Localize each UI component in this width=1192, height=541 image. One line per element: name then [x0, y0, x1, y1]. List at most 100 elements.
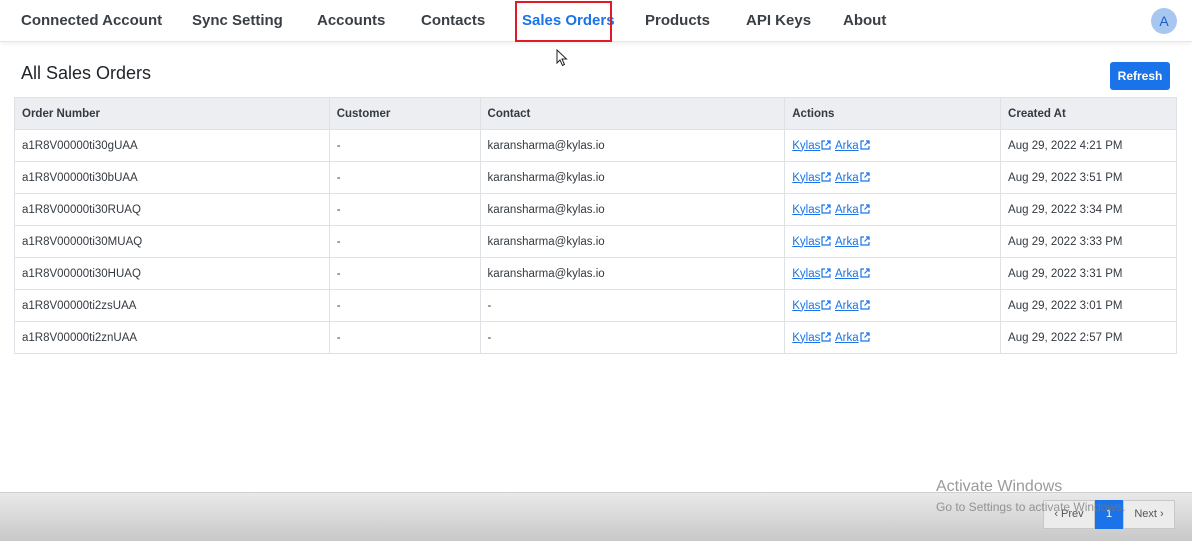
table-row: a1R8V00000ti30HUAQ - karansharma@kylas.i… [14, 257, 1177, 290]
order-number-cell: a1R8V00000ti2zsUAA [14, 289, 330, 322]
table-row: a1R8V00000ti30bUAA - karansharma@kylas.i… [14, 161, 1177, 194]
order-number-cell: a1R8V00000ti30bUAA [14, 161, 330, 194]
kylas-link-label: Kylas [792, 139, 821, 152]
customer-cell: - [328, 321, 481, 354]
kylas-link-label: Kylas [792, 267, 821, 280]
actions-cell: Kylas Arka [784, 321, 1002, 354]
actions-cell: Kylas Arka [784, 129, 1002, 162]
kylas-link[interactable]: Kylas [792, 236, 832, 248]
customer-cell: - [328, 129, 481, 162]
external-link-icon [821, 331, 831, 342]
refresh-button[interactable]: Refresh [1110, 62, 1170, 90]
header-customer[interactable]: Customer [328, 97, 481, 130]
order-number-cell: a1R8V00000ti30MUAQ [14, 225, 330, 258]
external-link-icon [859, 171, 870, 182]
kylas-link[interactable]: Kylas [792, 268, 832, 280]
active-tab-highlight [515, 1, 612, 42]
arka-link[interactable]: Arka [835, 300, 871, 312]
arka-link-label: Arka [834, 139, 859, 152]
created-at-cell: Aug 29, 2022 3:34 PM [1000, 193, 1177, 226]
created-at-cell: Aug 29, 2022 3:01 PM [1000, 289, 1177, 322]
external-link-icon [859, 203, 870, 214]
actions-cell: Kylas Arka [784, 193, 1002, 226]
header-created-at[interactable]: Created At [1000, 97, 1177, 130]
external-link-icon [859, 299, 870, 310]
customer-cell: - [328, 193, 481, 226]
created-at-cell: Aug 29, 2022 3:51 PM [1000, 161, 1177, 194]
external-link-icon [859, 235, 870, 246]
table-row: a1R8V00000ti30gUAA - karansharma@kylas.i… [14, 129, 1177, 162]
contact-cell: - [479, 321, 786, 354]
contact-cell: karansharma@kylas.io [479, 225, 786, 258]
order-number-cell: a1R8V00000ti30HUAQ [14, 257, 330, 290]
created-at-cell: Aug 29, 2022 4:21 PM [1000, 129, 1177, 162]
arka-link-label: Arka [834, 235, 859, 248]
order-number-cell: a1R8V00000ti30RUAQ [14, 193, 330, 226]
order-number-cell: a1R8V00000ti30gUAA [14, 129, 330, 162]
table-row: a1R8V00000ti30MUAQ - karansharma@kylas.i… [14, 225, 1177, 258]
nav-contacts[interactable]: Contacts [421, 12, 485, 29]
arka-link-label: Arka [834, 203, 859, 216]
nav-products[interactable]: Products [645, 12, 710, 29]
actions-cell: Kylas Arka [784, 225, 1002, 258]
contact-cell: karansharma@kylas.io [479, 129, 786, 162]
kylas-link-label: Kylas [792, 203, 821, 216]
contact-cell: karansharma@kylas.io [479, 193, 786, 226]
kylas-link-label: Kylas [792, 171, 821, 184]
arka-link-label: Arka [834, 331, 859, 344]
actions-cell: Kylas Arka [784, 161, 1002, 194]
external-link-icon [821, 235, 831, 246]
order-number-cell: a1R8V00000ti2znUAA [14, 321, 330, 354]
kylas-link[interactable]: Kylas [792, 204, 832, 216]
contact-cell: karansharma@kylas.io [479, 161, 786, 194]
nav-about[interactable]: About [843, 12, 886, 29]
kylas-link[interactable]: Kylas [792, 172, 832, 184]
arka-link-label: Arka [834, 299, 859, 312]
header-contact[interactable]: Contact [479, 97, 786, 130]
next-page-button[interactable]: Next › [1123, 500, 1175, 529]
created-at-cell: Aug 29, 2022 3:33 PM [1000, 225, 1177, 258]
header-order-number[interactable]: Order Number [14, 97, 330, 130]
arka-link-label: Arka [834, 171, 859, 184]
sales-orders-table: Order Number Customer Contact Actions Cr… [14, 97, 1177, 354]
table-row: a1R8V00000ti2zsUAA - - Kylas Arka Aug 29… [14, 289, 1177, 322]
external-link-icon [821, 267, 831, 278]
table-row: a1R8V00000ti30RUAQ - karansharma@kylas.i… [14, 193, 1177, 226]
table-row: a1R8V00000ti2znUAA - - Kylas Arka Aug 29… [14, 321, 1177, 354]
actions-cell: Kylas Arka [784, 257, 1002, 290]
arka-link[interactable]: Arka [835, 268, 871, 280]
kylas-link[interactable]: Kylas [792, 300, 832, 312]
kylas-link[interactable]: Kylas [792, 140, 832, 152]
external-link-icon [821, 139, 831, 150]
header-actions: Actions [784, 97, 1002, 130]
actions-cell: Kylas Arka [784, 289, 1002, 322]
arka-link[interactable]: Arka [835, 140, 871, 152]
nav-sync-setting[interactable]: Sync Setting [192, 12, 283, 29]
arka-link[interactable]: Arka [835, 172, 871, 184]
activate-windows-subtext: Go to Settings to activate Windows. [936, 500, 1126, 514]
kylas-link[interactable]: Kylas [792, 332, 832, 344]
external-link-icon [821, 171, 831, 182]
external-link-icon [859, 139, 870, 150]
nav-connected-account[interactable]: Connected Account [21, 12, 162, 29]
contact-cell: - [479, 289, 786, 322]
external-link-icon [859, 331, 870, 342]
arka-link[interactable]: Arka [835, 204, 871, 216]
nav-api-keys[interactable]: API Keys [746, 12, 811, 29]
contact-cell: karansharma@kylas.io [479, 257, 786, 290]
mouse-pointer-icon [556, 49, 568, 67]
activate-windows-watermark: Activate Windows [936, 478, 1063, 495]
avatar[interactable]: A [1151, 8, 1177, 34]
arka-link[interactable]: Arka [835, 332, 871, 344]
customer-cell: - [328, 289, 481, 322]
kylas-link-label: Kylas [792, 235, 821, 248]
external-link-icon [821, 299, 831, 310]
arka-link[interactable]: Arka [835, 236, 871, 248]
external-link-icon [821, 203, 831, 214]
page-title: All Sales Orders [21, 63, 152, 83]
arka-link-label: Arka [834, 267, 859, 280]
nav-accounts[interactable]: Accounts [317, 12, 385, 29]
customer-cell: - [328, 225, 481, 258]
customer-cell: - [328, 161, 481, 194]
table-header-row: Order Number Customer Contact Actions Cr… [14, 97, 1177, 130]
